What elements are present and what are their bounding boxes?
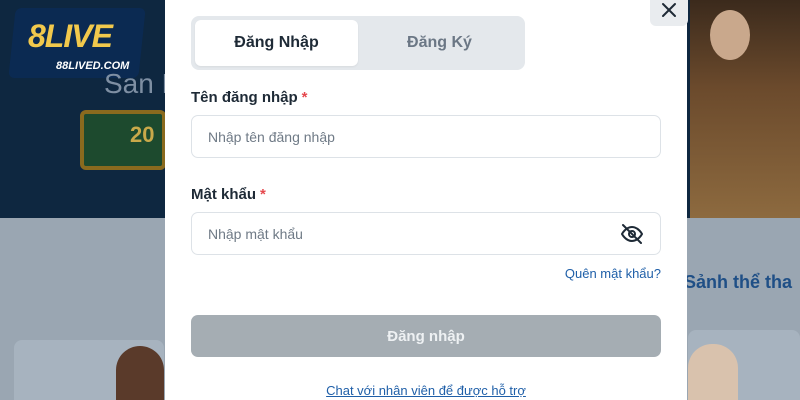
username-field [191, 115, 661, 158]
username-input[interactable] [208, 116, 644, 157]
eye-slash-icon[interactable] [619, 221, 644, 247]
username-label: Tên đăng nhập * [191, 89, 308, 106]
close-button[interactable] [650, 0, 688, 26]
login-submit-button[interactable]: Đăng nhập [191, 315, 661, 357]
required-mark: * [301, 89, 308, 106]
background-section-heading: Sảnh thể tha [684, 272, 793, 292]
player-avatar-left [116, 346, 164, 400]
player-avatar-right [688, 344, 738, 400]
password-label-text: Mật khẩu [191, 186, 257, 203]
password-field [191, 212, 661, 255]
required-mark: * [260, 186, 266, 203]
banner-model-face [710, 10, 750, 60]
banner-board-text: 20 [130, 122, 155, 147]
username-label-text: Tên đăng nhập [191, 89, 298, 106]
banner-model-image [690, 0, 800, 218]
login-modal: Đăng Nhập Đăng Ký Tên đăng nhập* Mật khẩ… [165, 0, 687, 400]
site-logo: 8LIVE [28, 18, 113, 54]
close-icon [662, 3, 676, 17]
support-chat-link[interactable]: Chat với nhân viên để được hỗ trợ [165, 383, 687, 398]
tab-login[interactable]: Đăng Nhập [195, 20, 358, 66]
tab-register[interactable]: Đăng Ký [358, 20, 521, 66]
password-input[interactable] [208, 213, 620, 254]
password-label: Mật khẩu * [191, 186, 266, 203]
auth-tabs: Đăng Nhập Đăng Ký [191, 16, 525, 70]
forgot-password-link[interactable]: Quên mật khẩu? [565, 266, 661, 281]
